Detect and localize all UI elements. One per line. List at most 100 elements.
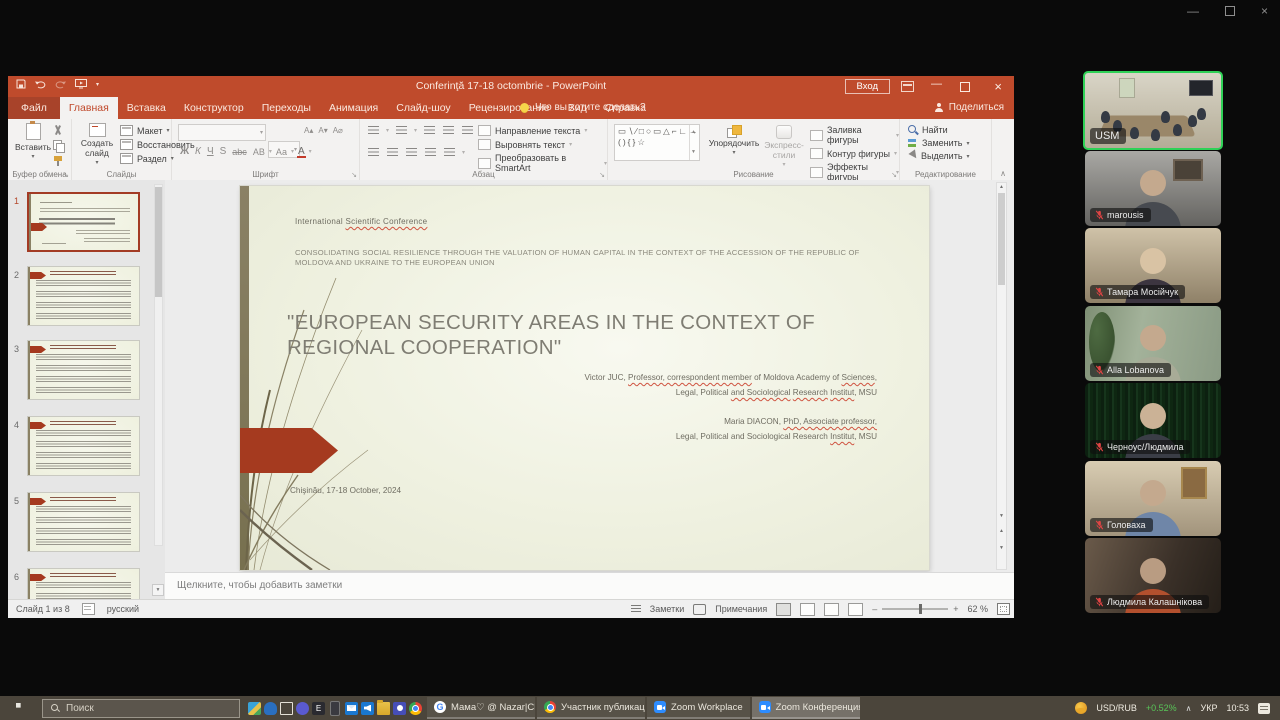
drawing-dialog-launcher[interactable]: ↘ (891, 171, 897, 179)
tellme-container[interactable]: Что вы хотите сделать? (506, 102, 646, 113)
tab-Анимация[interactable]: Анимация (320, 97, 387, 119)
ribbon-display-options-icon[interactable] (901, 81, 914, 92)
slide-thumbnail-5[interactable] (27, 492, 140, 552)
slide-eyebrow-text[interactable]: International Scientific Conference (295, 217, 427, 226)
find-button[interactable]: Найти (908, 125, 970, 135)
collapse-ribbon-icon[interactable]: ∧ (1000, 169, 1006, 178)
slide-thumbnail-3[interactable] (27, 340, 140, 400)
taskview-app-icon[interactable] (280, 702, 293, 715)
participant-video-USM[interactable]: USM (1083, 71, 1223, 150)
zoom-in-icon[interactable]: + (953, 604, 958, 614)
start-button[interactable] (0, 696, 42, 720)
slide-footer-text[interactable]: Chişinău, 17-18 October, 2024 (290, 486, 401, 495)
justify-icon[interactable] (424, 147, 437, 158)
meet-app-icon[interactable] (393, 702, 406, 715)
new-slide-button[interactable]: Создать слайд▾ (77, 123, 117, 168)
epic-app-icon[interactable] (312, 702, 325, 715)
select-button[interactable]: Выделить▾ (908, 151, 970, 161)
scroll-up-icon[interactable]: ▲ (997, 184, 1006, 190)
font-format-icon[interactable]: S (218, 146, 229, 157)
taskbar-button-Zoom Конференция[interactable]: Zoom Конференция (752, 697, 860, 719)
normal-view-icon[interactable] (776, 603, 791, 616)
taskbar-button-Мама♡ @ Nazar|Ch...[interactable]: Мама♡ @ Nazar|Ch... (427, 697, 535, 719)
slide-conference-text[interactable]: CONSOLIDATING SOCIAL RESILIENCE THROUGH … (295, 248, 873, 267)
line-spacing-icon[interactable] (461, 125, 474, 136)
font-format-icon[interactable]: Ч (205, 146, 216, 157)
paragraph-dialog-launcher[interactable]: ↘ (599, 171, 605, 179)
shape-fill-button[interactable]: Заливка фигуры▾ (810, 125, 899, 145)
notes-pane[interactable]: Щелкните, чтобы добавить заметки (165, 572, 1014, 600)
decrease-indent-icon[interactable] (423, 125, 436, 136)
arrange-button[interactable]: Упорядочить▾ (708, 125, 760, 158)
participant-video-Черноус/Людмила[interactable]: Черноус/Людмила (1085, 383, 1221, 458)
minimize-icon[interactable]: — (1187, 4, 1199, 18)
clock[interactable]: 10:53 (1226, 703, 1249, 713)
quick-styles-button[interactable]: Экспресс-стили▾ (760, 125, 808, 170)
shapes-scroll[interactable]: ▲▼ (689, 125, 699, 160)
text-direction-button[interactable]: Направление текста▾ (478, 125, 607, 136)
tab-Главная[interactable]: Главная (60, 97, 118, 119)
slide-thumbnail-1[interactable] (27, 192, 140, 252)
tab-Слайд-шоу[interactable]: Слайд-шоу (387, 97, 459, 119)
slide-arrow-shape[interactable] (240, 428, 338, 473)
slide-thumbnail-4[interactable] (27, 416, 140, 476)
font-name-select[interactable]: ▾ (178, 124, 266, 141)
circle-app-icon[interactable] (296, 702, 309, 715)
increase-indent-icon[interactable] (442, 125, 455, 136)
tab-Файл[interactable]: Файл (8, 97, 60, 119)
chrome-app-icon[interactable] (409, 702, 422, 715)
tab-Переходы[interactable]: Переходы (253, 97, 320, 119)
next-slide-icon[interactable]: ▼ (997, 545, 1006, 551)
font-format-icon[interactable]: К (193, 146, 203, 157)
action-center-icon[interactable] (1258, 703, 1270, 714)
ppt-minimize-icon[interactable]: — (931, 78, 942, 90)
language-switcher[interactable]: УКР (1201, 703, 1218, 713)
currency-pair[interactable]: USD/RUB (1096, 703, 1137, 713)
align-center-icon[interactable] (386, 147, 399, 158)
currency-widget-icon[interactable] (1075, 702, 1087, 714)
zoom-out-icon[interactable]: – (872, 604, 877, 614)
participant-video-Головаха[interactable]: Головаха (1085, 461, 1221, 536)
shapes-gallery[interactable]: ▭∖∕□○▭△⌐∟→↓▱~(){}☆ ▲▼ (614, 124, 700, 161)
cut-icon[interactable] (52, 125, 65, 136)
share-button[interactable]: Поделиться (935, 102, 1004, 113)
shape-outline-button[interactable]: Контур фигуры▾ (810, 148, 899, 159)
sign-in-button[interactable]: Вход (845, 79, 891, 94)
mail-app-icon[interactable] (345, 702, 358, 715)
comments-toggle[interactable]: Примечания (715, 604, 767, 614)
slide-scrollbar[interactable]: ▲ ▼ ▲ ▼ (996, 182, 1007, 570)
replace-button[interactable]: Заменить▾ (908, 138, 970, 148)
spellcheck-icon[interactable] (82, 603, 95, 615)
taskbar-search[interactable]: Поиск (42, 699, 240, 718)
align-left-icon[interactable] (367, 147, 380, 158)
close-icon[interactable]: × (1261, 4, 1268, 18)
ppt-close-icon[interactable]: × (994, 79, 1002, 94)
align-right-icon[interactable] (405, 147, 418, 158)
font-dialog-launcher[interactable]: ↘ (351, 171, 357, 179)
ppt-restore-icon[interactable] (960, 82, 970, 92)
thumbnails-scrollbar[interactable] (154, 184, 163, 546)
scroll-down-icon[interactable]: ▼ (997, 513, 1006, 519)
previous-slide-icon[interactable]: ▲ (997, 528, 1006, 534)
font-format-icon[interactable]: Аа (274, 147, 289, 157)
participant-video-Людмила Калашнікова[interactable]: Людмила Калашнікова (1085, 538, 1221, 613)
slide-canvas[interactable]: International Scientific Conference CONS… (240, 186, 929, 570)
tab-Вставка[interactable]: Вставка (118, 97, 175, 119)
participant-video-Alla Lobanova[interactable]: Alla Lobanova (1085, 306, 1221, 381)
font-format-icon[interactable]: АВ (251, 147, 267, 157)
tray-expand-icon[interactable]: ∧ (1186, 704, 1192, 713)
font-format-icon[interactable]: Ж (178, 146, 191, 157)
fit-slide-icon[interactable] (997, 603, 1010, 615)
scrollbar-thumb[interactable] (998, 193, 1005, 285)
zoom-slider[interactable] (882, 608, 948, 610)
currency-change[interactable]: +0.52% (1146, 703, 1177, 713)
tab-Конструктор[interactable]: Конструктор (175, 97, 253, 119)
language-indicator[interactable]: русский (107, 604, 139, 614)
notes-toggle[interactable]: Заметки (650, 604, 684, 614)
taskbar-button-Участник публикац...[interactable]: Участник публикац... (537, 697, 645, 719)
clipboard-dialog-launcher[interactable]: ↘ (63, 171, 69, 179)
bullets-icon[interactable] (367, 125, 380, 136)
participant-video-marousis[interactable]: marousis (1085, 151, 1221, 226)
slide-thumbnail-6[interactable] (27, 568, 140, 600)
paste-button[interactable]: Вставить▾ (15, 123, 51, 162)
